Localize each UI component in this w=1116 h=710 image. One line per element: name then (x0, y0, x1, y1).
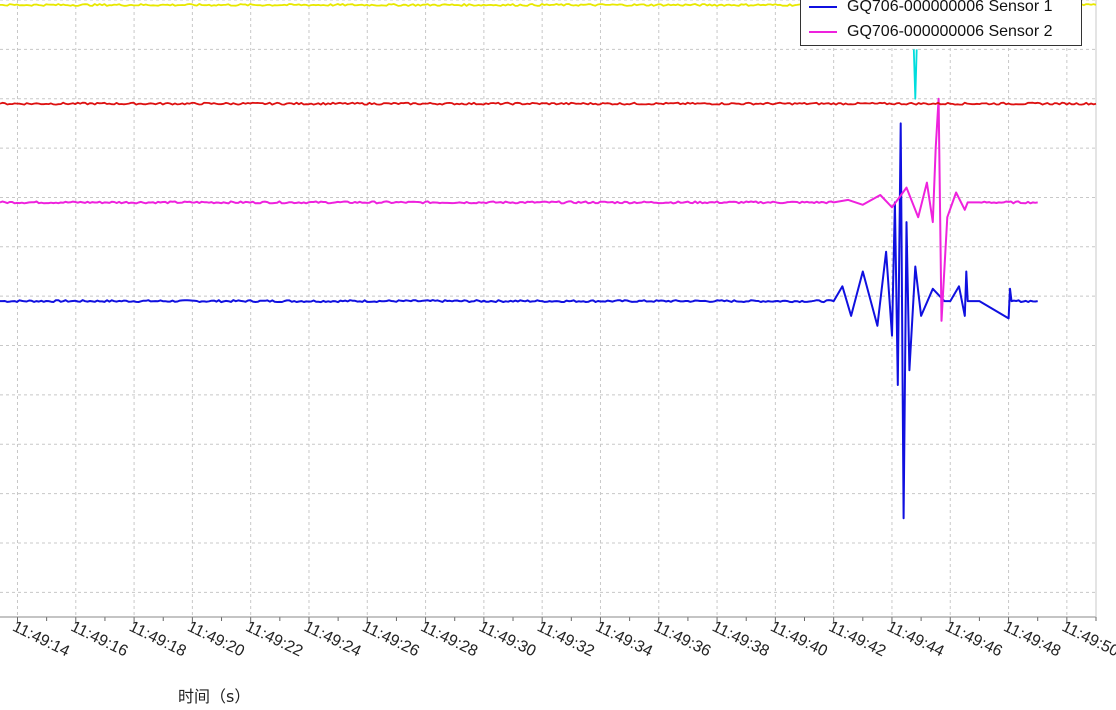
x-tick-label: 11:49:20 (185, 618, 247, 660)
x-tick-label: 11:49:38 (709, 618, 771, 660)
seismogram-plot: 11:49:1411:49:1611:49:1811:49:2011:49:22… (0, 0, 1116, 660)
x-tick-label: 11:49:18 (126, 618, 188, 660)
x-tick-label: 11:49:44 (884, 618, 946, 660)
x-tick-label: 11:49:40 (768, 618, 830, 660)
x-tick-labels: 11:49:1411:49:1611:49:1811:49:2011:49:22… (10, 618, 1116, 660)
x-tick-label: 11:49:24 (301, 618, 363, 660)
x-tick-label: 11:49:14 (10, 618, 72, 660)
x-axis (0, 0, 1097, 623)
x-tick-label: 11:49:26 (360, 618, 422, 660)
legend: GQ706-000000006 Sensor 1 GQ706-000000006… (800, 0, 1082, 46)
x-tick-label: 11:49:28 (418, 618, 480, 660)
legend-label-sensor-2: GQ706-000000006 Sensor 2 (847, 23, 1053, 40)
x-tick-label: 11:49:48 (1001, 618, 1063, 660)
legend-swatch-sensor-2 (809, 31, 837, 33)
x-tick-label: 11:49:34 (593, 618, 655, 660)
trace-series-1 (0, 122, 1038, 520)
x-tick-label: 11:49:50 (1059, 618, 1116, 660)
traces (0, 3, 1097, 520)
x-tick-label: 11:49:36 (651, 618, 713, 660)
legend-swatch-sensor-1 (809, 6, 837, 8)
x-tick-label: 11:49:32 (534, 618, 596, 660)
x-tick-label: 11:49:42 (826, 618, 888, 660)
legend-entry-sensor-1: GQ706-000000006 Sensor 1 (809, 0, 1052, 19)
x-tick-label: 11:49:22 (243, 618, 305, 660)
grid (0, 0, 1096, 617)
x-tick-label: 11:49:16 (68, 618, 130, 660)
legend-label-sensor-1: GQ706-000000006 Sensor 1 (847, 0, 1053, 15)
x-tick-label: 11:49:46 (943, 618, 1005, 660)
x-tick-label: 11:49:30 (476, 618, 538, 660)
trace-series-3 (0, 101, 1097, 106)
x-axis-label: 时间（s） (178, 687, 251, 706)
trace-series-4 (912, 49, 918, 100)
legend-entry-sensor-2: GQ706-000000006 Sensor 2 (809, 20, 1052, 44)
